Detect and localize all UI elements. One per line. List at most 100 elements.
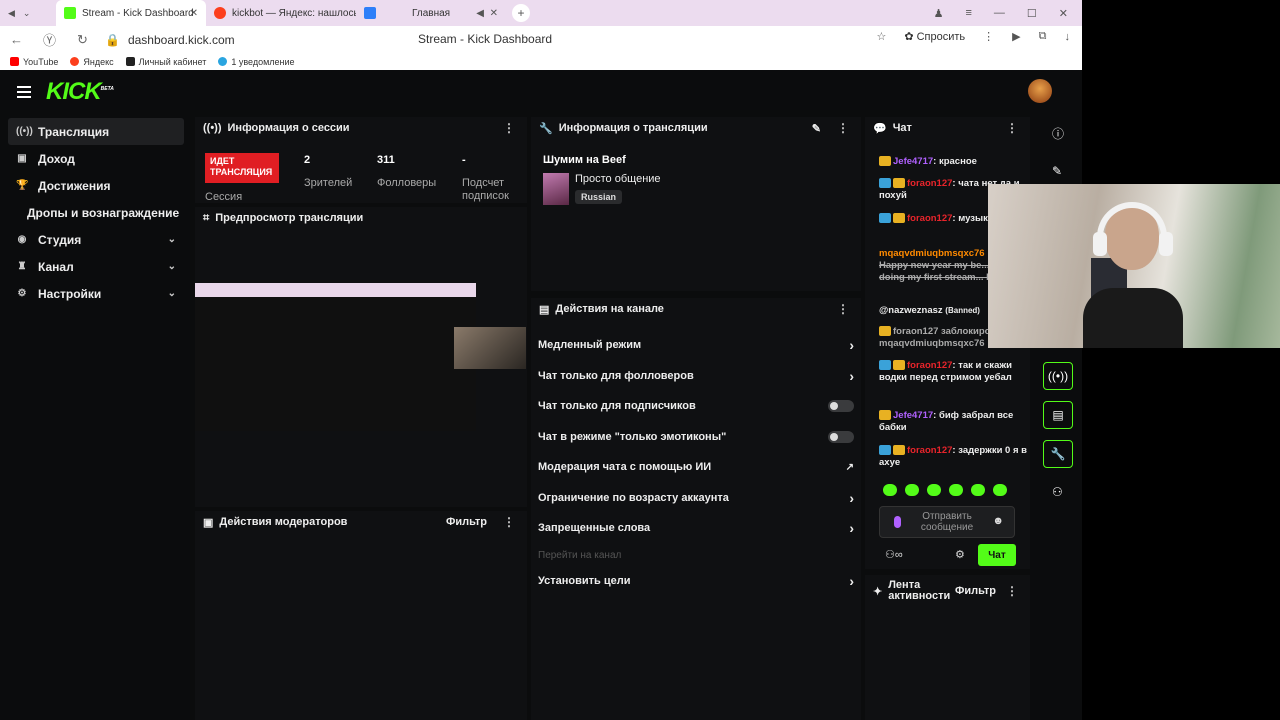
profile-icon[interactable]: ♟ xyxy=(934,7,944,20)
chat-username[interactable]: foraon127 xyxy=(907,360,952,371)
action-go-to-channel[interactable]: Перейти на канал xyxy=(538,544,854,566)
storage-tool-button[interactable]: ▤ xyxy=(1043,401,1073,429)
close-window-icon[interactable]: ✕ xyxy=(1059,7,1068,20)
filter-button[interactable]: Фильтр xyxy=(446,516,487,528)
action-slow-mode[interactable]: Медленный режим › xyxy=(538,334,854,356)
bookmark-yandex[interactable]: Яндекс xyxy=(70,57,114,67)
emote-icon[interactable] xyxy=(883,484,897,496)
audio-icon[interactable]: ◀ xyxy=(476,8,484,19)
chat-username[interactable]: Jefe4717 xyxy=(893,410,933,421)
menu-icon[interactable]: ≡ xyxy=(965,7,971,19)
yandex-button-icon[interactable]: Ⓨ xyxy=(33,30,66,49)
edit-icon[interactable]: ✎ xyxy=(812,122,821,135)
tab-list-icon[interactable]: ⌄ xyxy=(23,8,31,19)
more-icon[interactable]: ⋮ xyxy=(1006,121,1018,135)
bookmark-telegram[interactable]: 1 уведомление xyxy=(218,57,295,67)
wrench-tool-button[interactable]: 🔧 xyxy=(1043,440,1073,468)
close-tab-icon[interactable]: ✕ xyxy=(490,8,498,19)
bookmark-icon[interactable]: ☆ xyxy=(876,30,886,43)
more-icon[interactable]: ⋮ xyxy=(1006,584,1018,598)
emote-icon[interactable] xyxy=(949,484,963,496)
bookmark-youtube[interactable]: YouTube xyxy=(10,57,58,67)
action-banned-words[interactable]: Запрещенные слова › xyxy=(538,517,854,539)
speaker-icon[interactable]: ◀ xyxy=(8,8,15,19)
chat-username[interactable]: @nazweznasz xyxy=(879,305,943,316)
users-icon[interactable]: ⚇ xyxy=(1052,485,1063,499)
info-icon[interactable]: ⓘ xyxy=(1052,125,1064,142)
chat-username[interactable]: Jefe4717 xyxy=(893,156,933,167)
more-icon[interactable]: ⋮ xyxy=(503,121,515,135)
chat-username[interactable]: foraon127 xyxy=(893,326,938,337)
chat-username[interactable]: foraon127 xyxy=(907,178,952,189)
tab-bar: ◀ ⌄ Stream - Kick Dashboard ✕ kickbot — … xyxy=(0,0,1082,26)
crown-badge-icon xyxy=(879,156,891,167)
more-icon[interactable]: ⋮ xyxy=(503,515,515,529)
sidebar-item-settings[interactable]: ⚙ Настройки ⌄ xyxy=(0,280,190,307)
play-icon[interactable]: ▶ xyxy=(1012,30,1020,43)
hamburger-menu-icon[interactable] xyxy=(17,86,31,98)
stream-preview[interactable] xyxy=(195,283,526,431)
sidebar-item-channel[interactable]: ♜ Канал ⌄ xyxy=(0,253,190,280)
close-tab-icon[interactable]: ✕ xyxy=(190,8,198,19)
chat-input[interactable]: Отправить сообщение ☻ xyxy=(879,506,1015,538)
maximize-icon[interactable]: ☐ xyxy=(1027,7,1037,20)
minimize-icon[interactable]: — xyxy=(994,7,1005,19)
action-subscribers-only[interactable]: Чат только для подписчиков xyxy=(538,395,854,417)
reload-icon[interactable]: ↻ xyxy=(66,32,99,48)
back-icon[interactable]: ← xyxy=(0,32,33,47)
url-field[interactable]: 🔒 dashboard.kick.com xyxy=(105,33,235,47)
emote-icon[interactable] xyxy=(971,484,985,496)
panel-title: Чат xyxy=(892,122,912,134)
mic-icon[interactable] xyxy=(894,516,901,528)
subs-label: Подсчет подписок xyxy=(462,177,509,202)
action-label: Медленный режим xyxy=(538,339,642,351)
broadcast-tool-button[interactable]: ((•)) xyxy=(1043,362,1073,390)
ask-button[interactable]: ✿ Спросить xyxy=(904,30,965,43)
avatar[interactable] xyxy=(1028,79,1052,103)
url-text: dashboard.kick.com xyxy=(127,32,235,47)
more-icon[interactable]: ⋮ xyxy=(837,302,849,316)
tab-main[interactable]: Главная ◀ ✕ xyxy=(356,0,506,26)
emotes-only-toggle[interactable] xyxy=(828,431,854,443)
subscribers-only-toggle[interactable] xyxy=(828,400,854,412)
extensions-icon[interactable]: ⧉ xyxy=(1039,30,1047,43)
emote-icon[interactable] xyxy=(927,484,941,496)
send-chat-button[interactable]: Чат xyxy=(978,544,1016,566)
stream-category[interactable]: Просто общение xyxy=(575,173,661,185)
filter-button[interactable]: Фильтр xyxy=(955,585,996,597)
sidebar-item-income[interactable]: ▣ Доход xyxy=(0,145,190,172)
sidebar-item-studio[interactable]: ◉ Студия ⌄ xyxy=(0,226,190,253)
broadcast-icon: ((•)) xyxy=(16,126,33,137)
bookmark-cabinet[interactable]: Личный кабинет xyxy=(125,56,207,67)
sidebar-item-stream[interactable]: ((•)) Трансляция xyxy=(8,118,184,145)
sidebar-item-drops[interactable]: Дропы и вознаграждение xyxy=(0,199,190,226)
action-age-restriction[interactable]: Ограничение по возрасту аккаунта › xyxy=(538,487,854,509)
action-followers-only[interactable]: Чат только для фолловеров › xyxy=(538,365,854,387)
chat-message: Jefe4717: биф забрал все бабки xyxy=(879,410,1014,433)
action-set-goals[interactable]: Установить цели › xyxy=(538,570,854,592)
chat-username[interactable]: foraon127 xyxy=(907,213,952,224)
new-tab-button[interactable]: + xyxy=(512,4,530,22)
chat-username[interactable]: mqaqvdmiuqbmsqxc76 xyxy=(879,248,985,259)
lock-icon: 🔒 xyxy=(105,32,120,47)
panel-title: Предпросмотр трансляции xyxy=(215,212,364,224)
video-favicon-icon xyxy=(364,7,376,19)
gear-icon[interactable]: ⚙ xyxy=(955,548,965,561)
bookmark-label: Личный кабинет xyxy=(138,56,207,67)
users-icon[interactable]: ⚇∞ xyxy=(885,548,903,561)
action-ai-moderation[interactable]: Модерация чата с помощью ИИ ↗ xyxy=(538,456,854,478)
more-icon[interactable]: ⋮ xyxy=(837,121,849,135)
emoji-icon[interactable]: ☻ xyxy=(992,516,1004,527)
chat-username[interactable]: foraon127 xyxy=(907,445,952,456)
panel-title: Информация о трансляции xyxy=(558,122,708,134)
emote-icon[interactable] xyxy=(993,484,1007,496)
tab-kick-dashboard[interactable]: Stream - Kick Dashboard ✕ xyxy=(56,0,206,26)
sidebar-item-achievements[interactable]: 🏆 Достижения xyxy=(0,172,190,199)
more-icon[interactable]: ⋮ xyxy=(983,30,994,43)
action-emotes-only[interactable]: Чат в режиме "только эмотиконы" xyxy=(538,426,854,448)
download-icon[interactable]: ↓ xyxy=(1065,31,1071,43)
emote-icon[interactable] xyxy=(905,484,919,496)
kick-logo[interactable]: KICKBETA xyxy=(46,78,114,106)
tab-yandex-search[interactable]: kickbot — Яндекс: нашлось xyxy=(206,0,356,26)
edit-icon[interactable]: ✎ xyxy=(1052,164,1062,178)
